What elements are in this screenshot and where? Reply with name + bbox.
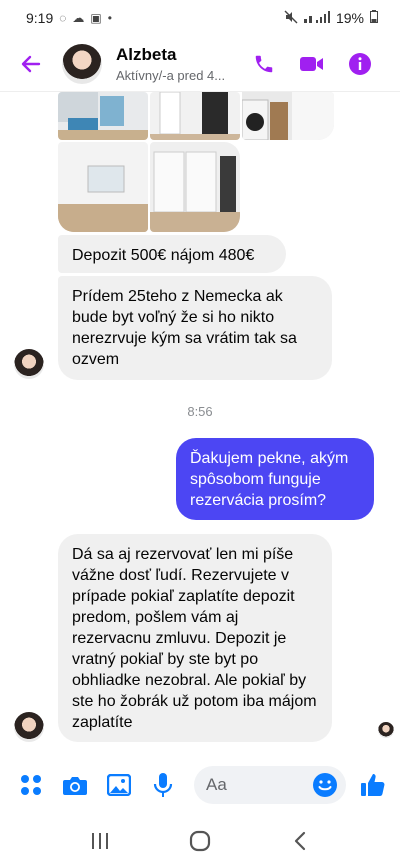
conversation-header: Alzbeta Aktívny/-a pred 4... [0, 36, 400, 92]
system-navigation-bar [0, 815, 400, 867]
apartment-photo-room[interactable] [58, 142, 148, 232]
message-outgoing-question[interactable]: Ďakujem pekne, akým spôsobom funguje rez… [176, 438, 374, 520]
video-icon[interactable] [298, 50, 326, 78]
like-icon[interactable] [358, 770, 388, 800]
message-incoming-arrival[interactable]: Prídem 25teho z Nemecka ak bude byt voľn… [58, 276, 332, 380]
phone-icon[interactable] [250, 50, 278, 78]
dot-icon: • [107, 11, 112, 25]
message-incoming-reply[interactable]: Dá sa aj rezervovať len mi píše vážne do… [58, 534, 332, 742]
contact-info[interactable]: Alzbeta Aktívny/-a pred 4... [116, 45, 225, 83]
message-incoming-deposit[interactable]: Depozit 500€ nájom 480€ [58, 235, 286, 273]
message-text: Dá sa aj rezervovať len mi píše vážne do… [72, 546, 317, 731]
image-icon: ▣ [90, 11, 102, 25]
status-bar: 9:19 ◌ ☁ ▣ • 19% [0, 0, 400, 36]
message-text: Ďakujem pekne, akým spôsobom funguje rez… [190, 450, 349, 509]
apartment-photo-hallway[interactable] [150, 92, 240, 140]
battery-icon [370, 10, 378, 26]
sender-avatar[interactable] [14, 349, 44, 379]
home-icon[interactable] [180, 821, 220, 861]
back-arrow-icon[interactable] [8, 41, 54, 87]
contact-avatar[interactable] [62, 43, 102, 84]
camera-icon[interactable] [60, 770, 90, 800]
message-input[interactable] [206, 775, 306, 795]
message-text: Prídem 25teho z Nemecka ak bude byt voľn… [72, 288, 297, 368]
mute-icon [284, 10, 298, 27]
message-list[interactable]: Depozit 500€ nájom 480€ Prídem 25teho z … [0, 92, 400, 748]
apartment-photo-livingroom[interactable] [58, 92, 148, 140]
recents-icon[interactable] [80, 821, 120, 861]
apartment-photo-bathroom[interactable] [242, 92, 334, 140]
gallery-icon[interactable] [104, 770, 134, 800]
cloud-icon: ☁ [72, 11, 85, 25]
apps-icon[interactable] [16, 770, 46, 800]
seen-indicator [378, 722, 394, 738]
microphone-icon[interactable] [148, 770, 178, 800]
back-icon[interactable] [280, 821, 320, 861]
message-composer [0, 760, 400, 810]
message-timestamp: 8:56 [187, 404, 213, 419]
battery-percent: 19% [335, 10, 364, 26]
message-text: Depozit 500€ nájom 480€ [72, 247, 255, 264]
emoji-icon[interactable] [312, 772, 338, 798]
sender-avatar[interactable] [14, 712, 44, 742]
status-time: 9:19 [26, 10, 54, 26]
apartment-photo-wardrobe[interactable] [150, 142, 240, 232]
info-icon[interactable] [346, 50, 374, 78]
message-input-box[interactable] [194, 766, 346, 804]
contact-name: Alzbeta [116, 44, 177, 64]
contact-status: Aktívny/-a pred 4... [116, 67, 226, 83]
whatsapp-icon: ◌ [59, 11, 67, 25]
signal-icon [303, 10, 330, 26]
